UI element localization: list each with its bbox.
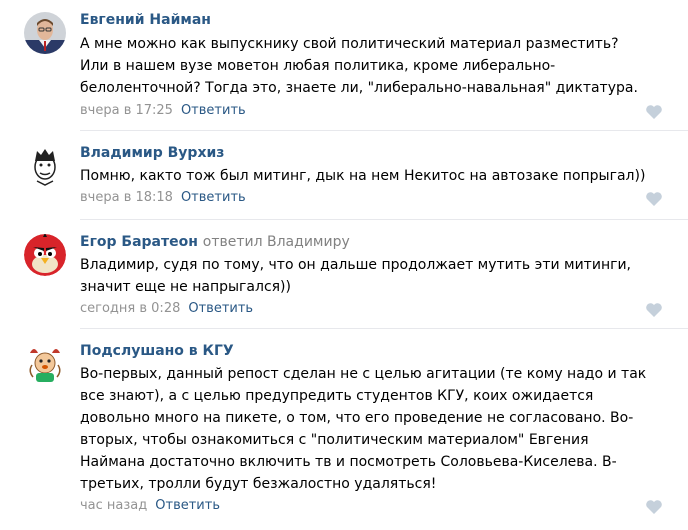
comment-line: белоленточной? Тогда это, знаете ли, "ли… [80, 80, 638, 96]
avatar[interactable] [24, 234, 66, 276]
like-icon[interactable] [645, 191, 663, 207]
comment-text: Во-первых, данный репост сделан не с цел… [80, 363, 670, 495]
comment-author[interactable]: Владимир Вурхиз [80, 145, 224, 161]
avatar[interactable] [24, 12, 66, 54]
comment-text: Владимир, судя по тому, что он дальше пр… [80, 254, 670, 298]
comment-line: Наймана достаточно включить тв и посмотр… [80, 454, 617, 470]
comment-meta: вчера в 18:18 Ответить [80, 190, 246, 205]
comment-line: Владимир, судя по тому, что он дальше пр… [80, 257, 631, 273]
comment-line: значит еще не напрыгался)) [80, 279, 291, 295]
reply-button[interactable]: Ответить [181, 103, 246, 118]
comment-line: довольно много на пикете, о том, что его… [80, 410, 634, 426]
comment-author[interactable]: Евгений Найман [80, 12, 211, 28]
comment-line: вторых, чтобы ознакомиться с "политическ… [80, 432, 589, 448]
comment-meta: час назад Ответить [80, 498, 220, 513]
comment-author[interactable]: Подслушано в КГУ [80, 343, 234, 359]
comment-text: А мне можно как выпускнику свой политиче… [80, 33, 670, 99]
comment-line: Во-первых, данный репост сделан не с цел… [80, 366, 647, 382]
comment-line: Или в нашем вузе моветон любая политика,… [80, 58, 556, 74]
comment-line: А мне можно как выпускнику свой политиче… [80, 36, 619, 52]
like-icon[interactable] [645, 302, 663, 318]
reply-button[interactable]: Ответить [155, 498, 220, 513]
comment-meta: сегодня в 0:28 Ответить [80, 301, 253, 316]
comment-time[interactable]: сегодня в 0:28 [80, 301, 180, 316]
comment-author[interactable]: Егор Баратеон ответил Владимиру [80, 234, 350, 250]
reply-button[interactable]: Ответить [181, 190, 246, 205]
comment-item: Подслушано в КГУ Во-первых, данный репос… [0, 329, 688, 530]
avatar[interactable] [24, 145, 66, 187]
comment-line: Помню, както тож был митинг, дык на нем … [80, 168, 646, 184]
author-name[interactable]: Егор Баратеон [80, 234, 198, 250]
comment-meta: вчера в 17:25 Ответить [80, 103, 246, 118]
comment-text: Помню, както тож был митинг, дык на нем … [80, 165, 670, 187]
like-icon[interactable] [645, 104, 663, 120]
reply-button[interactable]: Ответить [188, 301, 253, 316]
comment-time[interactable]: вчера в 17:25 [80, 103, 173, 118]
comment-time[interactable]: час назад [80, 498, 147, 513]
avatar[interactable] [24, 343, 66, 385]
comment-line: третьих, тролли будут безжалостно удалят… [80, 476, 437, 492]
like-icon[interactable] [645, 499, 663, 515]
comment-item: Владимир Вурхиз Помню, както тож был мит… [0, 131, 688, 219]
comment-line: все знают), а с целью предупредить студе… [80, 388, 594, 404]
reply-to-label[interactable]: ответил Владимиру [203, 234, 350, 250]
comment-item: Егор Баратеон ответил Владимиру Владимир… [0, 220, 688, 328]
comment-item: Евгений Найман А мне можно как выпускник… [0, 0, 688, 130]
comment-time[interactable]: вчера в 18:18 [80, 190, 173, 205]
